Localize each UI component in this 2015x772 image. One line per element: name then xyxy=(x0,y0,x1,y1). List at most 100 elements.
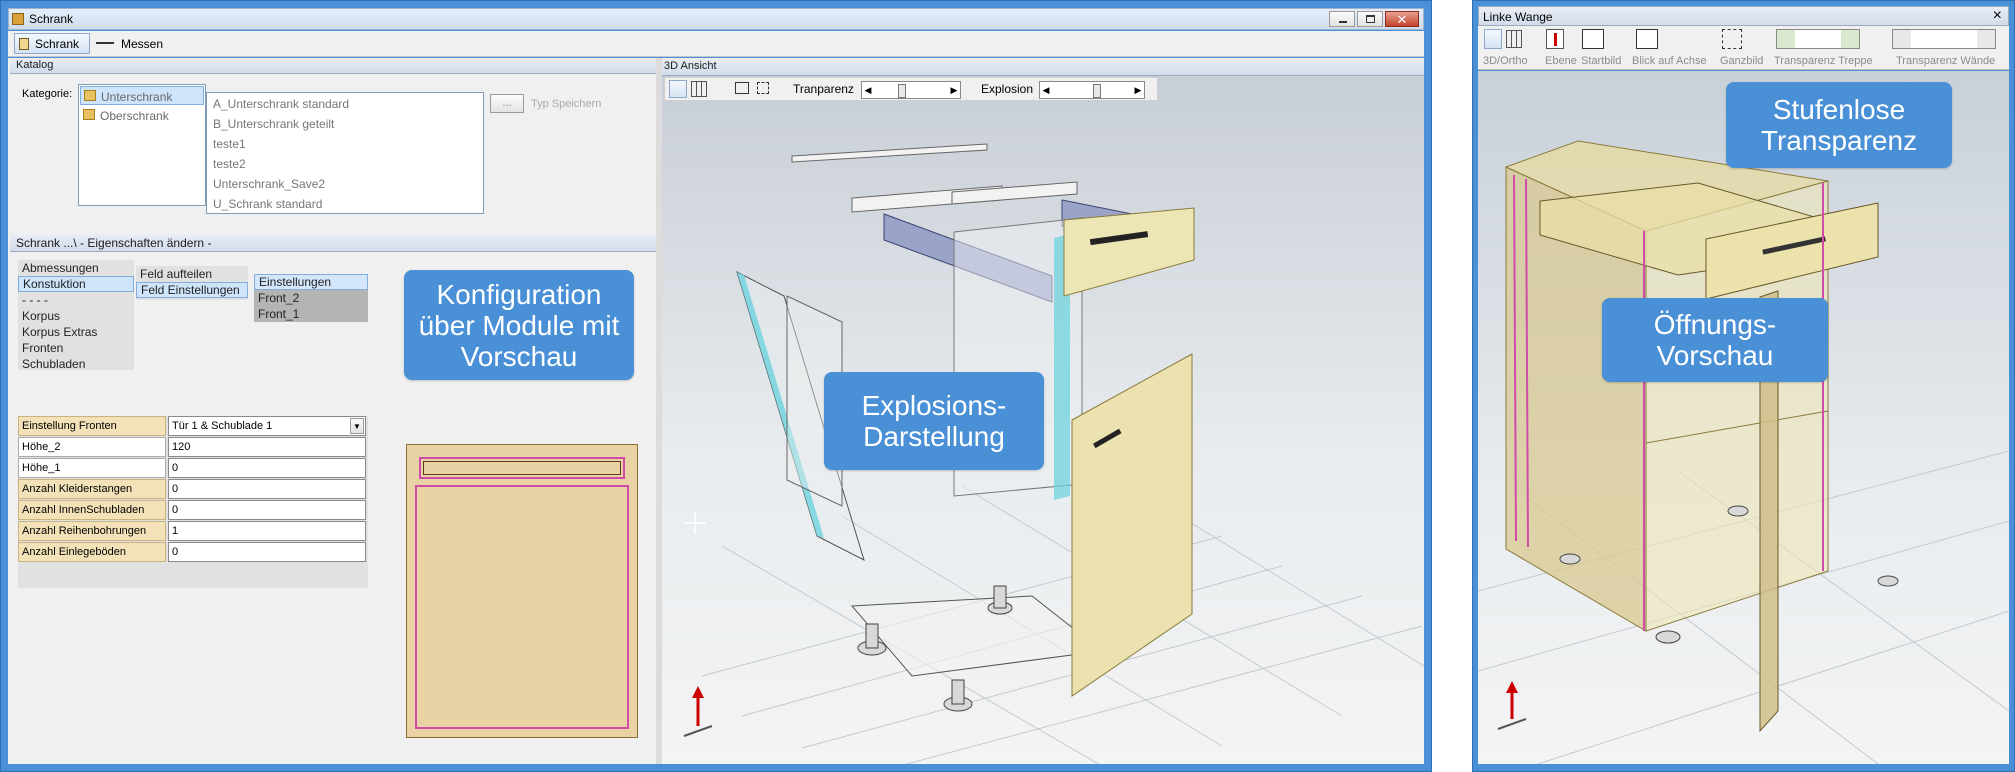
list-item[interactable]: teste1 xyxy=(207,134,483,154)
right-window-title: Linke Wange xyxy=(1483,10,1553,24)
view3d-header: 3D Ansicht xyxy=(662,58,1424,76)
maximize-button[interactable] xyxy=(1357,11,1383,27)
category-label: Unterschrank xyxy=(101,90,173,104)
tool-blick-auf-achse[interactable]: Blick auf Achse xyxy=(1632,55,1707,67)
view3d-toolbar: Tranparenz ◀ ▶ Explosion ◀ ▶ xyxy=(664,77,1158,101)
tab-messen-label: Messen xyxy=(121,37,164,51)
nav-separator: - - - - xyxy=(22,293,48,307)
front-1-item[interactable]: Front_1 xyxy=(254,306,368,322)
close-icon[interactable]: × xyxy=(1993,7,2002,25)
front-2-item[interactable]: Front_2 xyxy=(254,290,368,306)
tab-schrank-label: Schrank xyxy=(35,37,80,51)
plane-icon[interactable] xyxy=(1546,29,1564,49)
perspective-icon[interactable] xyxy=(669,80,687,98)
close-button[interactable]: ✕ xyxy=(1385,11,1419,27)
fit-view-icon[interactable] xyxy=(757,82,769,94)
einstellung-fronten-dropdown[interactable]: Tür 1 & Schublade 1 ▼ xyxy=(168,416,366,436)
home-view-icon[interactable] xyxy=(735,82,749,94)
ortho-grid-icon[interactable] xyxy=(691,81,707,97)
kategorie-label: Kategorie: xyxy=(22,88,73,100)
list-item[interactable]: Unterschrank_Save2 xyxy=(207,174,483,194)
home-view-icon[interactable] xyxy=(1582,29,1604,49)
prop-label-einlegeboeden: Anzahl Einlegeböden xyxy=(18,542,166,562)
transparency-thumb[interactable] xyxy=(897,84,906,98)
feld-einstellungen[interactable]: Feld Einstellungen xyxy=(136,282,248,298)
fit-view-icon[interactable] xyxy=(1722,29,1742,49)
category-oberschrank[interactable]: Oberschrank xyxy=(80,106,204,125)
einlegeboeden-field[interactable]: 0 xyxy=(168,542,366,562)
reihenbohrungen-field[interactable]: 1 xyxy=(168,521,366,541)
tool-ganzbild[interactable]: Ganzbild xyxy=(1720,55,1763,67)
tool-startbild[interactable]: Startbild xyxy=(1581,55,1621,67)
innenschubladen-field[interactable]: 0 xyxy=(168,500,366,520)
slider-end-icon[interactable] xyxy=(1977,30,1995,48)
slider-start-icon[interactable] xyxy=(1893,30,1911,48)
minimize-button[interactable] xyxy=(1329,11,1355,27)
cabinet-type-list[interactable]: A_Unterschrank standard B_Unterschrank g… xyxy=(206,92,484,214)
app-icon xyxy=(12,13,24,25)
nav-korpus-extras[interactable]: Korpus Extras xyxy=(18,324,134,340)
callout-konfiguration: Konfiguration über Module mit Vorschau xyxy=(404,270,634,380)
nav-fronten[interactable]: Fronten xyxy=(18,340,134,356)
bottom-frame xyxy=(850,595,1104,677)
top-rails xyxy=(791,143,1078,213)
einstellungen-item[interactable]: Einstellungen xyxy=(254,274,368,290)
folder-icon xyxy=(84,90,96,101)
front-preview xyxy=(406,444,638,738)
nav-schubladen[interactable]: Schubladen xyxy=(18,356,134,372)
slider-end-icon[interactable] xyxy=(1841,30,1859,48)
axis-view-icon[interactable] xyxy=(1636,29,1658,49)
perspective-icon[interactable] xyxy=(1484,29,1502,49)
slider-start-icon[interactable] xyxy=(1777,30,1795,48)
category-list[interactable]: Unterschrank Oberschrank xyxy=(78,84,206,206)
browse-button[interactable]: ... xyxy=(490,94,524,113)
drawer-front-inner xyxy=(423,461,621,475)
ortho-grid-icon[interactable] xyxy=(1506,30,1522,48)
right-toolbar: 3D/Ortho Ebene Startbild Blick auf Achse… xyxy=(1478,26,2009,70)
transparency-label: Tranparenz xyxy=(793,82,854,96)
eigenschaften-header: Schrank ...\ - Eigenschaften ändern - xyxy=(10,234,656,252)
nav-konstuktion[interactable]: Konstuktion xyxy=(18,276,134,292)
nav-korpus[interactable]: Korpus xyxy=(18,308,134,324)
main-titlebar: Schrank ✕ xyxy=(8,8,1424,30)
nav-abmessungen[interactable]: Abmessungen xyxy=(18,260,134,276)
right-3d-canvas[interactable] xyxy=(1478,71,2009,764)
kleiderstangen-field[interactable]: 0 xyxy=(168,479,366,499)
dropdown-value: Tür 1 & Schublade 1 xyxy=(172,420,273,432)
save-type-label[interactable]: Typ Speichern xyxy=(531,98,601,110)
list-item[interactable]: teste2 xyxy=(207,154,483,174)
section-nav: Abmessungen Konstuktion - - - - Korpus K… xyxy=(18,260,134,372)
tab-messen[interactable]: Messen xyxy=(94,33,174,54)
waende-slider[interactable] xyxy=(1892,29,1996,49)
treppe-slider[interactable] xyxy=(1776,29,1860,49)
prop-label-kleiderstangen: Anzahl Kleiderstangen xyxy=(18,479,166,499)
katalog-title: Katalog xyxy=(16,59,54,71)
einstellungen-list: Einstellungen Front_2 Front_1 xyxy=(254,274,368,322)
ruler-icon xyxy=(96,42,114,44)
hoehe-1-field[interactable]: 0 xyxy=(168,458,366,478)
tool-transparenz-treppe[interactable]: Transparenz Treppe xyxy=(1774,55,1873,67)
door-front-outline xyxy=(415,485,629,729)
axis-gizmo xyxy=(1497,681,1527,730)
chevron-down-icon[interactable]: ▼ xyxy=(350,418,364,434)
list-item[interactable]: B_Unterschrank geteilt xyxy=(207,114,483,134)
explosion-slider[interactable]: ◀ ▶ xyxy=(1039,81,1145,99)
tab-schrank[interactable]: Schrank xyxy=(14,33,90,54)
prop-label-hoehe-1: Höhe_1 xyxy=(18,458,166,478)
tool-ebene[interactable]: Ebene xyxy=(1545,55,1577,67)
explosion-thumb[interactable] xyxy=(1092,84,1101,98)
folder-icon xyxy=(83,109,95,120)
category-label: Oberschrank xyxy=(100,109,169,123)
category-unterschrank[interactable]: Unterschrank xyxy=(80,86,204,105)
prop-label-einstellung-fronten: Einstellung Fronten xyxy=(18,416,166,436)
list-item[interactable]: U_Schrank standard xyxy=(207,194,483,214)
main-toolbar: Schrank Messen xyxy=(8,31,1424,57)
hoehe-2-field[interactable]: 120 xyxy=(168,437,366,457)
feld-aufteilen[interactable]: Feld aufteilen xyxy=(136,266,248,282)
list-item[interactable]: A_Unterschrank standard xyxy=(207,94,483,114)
prop-label-hoehe-2: Höhe_2 xyxy=(18,437,166,457)
transparency-slider[interactable]: ◀ ▶ xyxy=(861,81,961,99)
tool-3d-ortho[interactable]: 3D/Ortho xyxy=(1483,55,1528,67)
explosion-label: Explosion xyxy=(981,82,1034,96)
tool-transparenz-waende[interactable]: Transparenz Wände xyxy=(1896,55,1995,67)
